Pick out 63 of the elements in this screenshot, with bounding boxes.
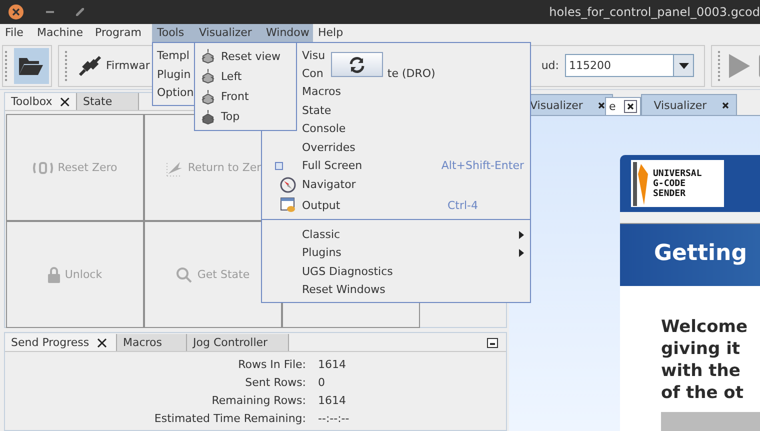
window-title: holes_for_control_panel_0003.gcod [549, 5, 760, 19]
menu-item-text: te (DRO) [387, 67, 436, 80]
panel-tab[interactable]: Toolbox [5, 93, 77, 110]
menu-bar-item[interactable]: File [0, 24, 32, 42]
panel-tab[interactable]: Jog Controller [187, 334, 289, 351]
progress-label: Sent Rows: [244, 376, 306, 389]
progress-value: 1614 [318, 358, 347, 371]
progress-value: --:--:-- [318, 412, 350, 425]
menu-item[interactable]: Left [195, 66, 296, 86]
cube-icon [201, 88, 215, 105]
cube-icon [201, 68, 215, 84]
panel-tab[interactable]: State [77, 93, 139, 110]
editor-tab[interactable]: e [604, 97, 641, 115]
menu-bar-item[interactable]: Help [313, 24, 353, 42]
search-icon [176, 266, 192, 282]
output-icon [280, 197, 296, 214]
welcome-paragraph: Welcome giving it with the of the ot [661, 316, 749, 404]
progress-label: Rows In File: [237, 358, 306, 371]
cube-icon [201, 108, 215, 125]
page-heading: Getting [620, 224, 760, 286]
cube-icon [201, 48, 215, 64]
menu-item[interactable]: Reset view [195, 46, 296, 66]
menu-bar-item[interactable]: Tools [152, 24, 194, 42]
submenu-arrow-icon [519, 248, 524, 257]
baud-dropdown[interactable]: 115200 [565, 54, 694, 77]
close-icon[interactable] [97, 338, 108, 348]
zero-icon [32, 162, 53, 174]
menu-item[interactable]: Plugin [153, 64, 195, 84]
progress-value: 1614 [318, 394, 347, 407]
menu-item[interactable]: Front [195, 86, 296, 107]
menu-bar-item[interactable]: Program [90, 24, 152, 42]
caret-icon [678, 62, 688, 68]
lock-icon [48, 266, 60, 282]
close-icon[interactable] [598, 102, 605, 108]
refresh-icon [348, 56, 366, 74]
maximize-icon[interactable] [76, 8, 84, 16]
close-icon[interactable] [722, 102, 729, 108]
crystal-icon [633, 162, 649, 206]
progress-label: Remaining Rows: [210, 394, 306, 407]
menu-item[interactable]: Templ [153, 46, 195, 65]
baud-label: ud: [541, 59, 559, 72]
plug-icon [78, 54, 102, 76]
panel-tab[interactable]: Send Progress [5, 334, 117, 351]
editor-tab[interactable]: Visualizer [640, 94, 737, 115]
logo: UNIVERSAL G-CODE SENDER [631, 160, 724, 207]
menu-item[interactable]: Con [302, 67, 324, 80]
submenu-arrow-icon [519, 230, 524, 239]
menu-bar-item[interactable]: Visualizer [194, 24, 261, 42]
panel-tab[interactable]: Macros [117, 334, 187, 351]
close-icon[interactable] [60, 96, 70, 106]
compass-icon [280, 176, 296, 193]
progress-value: 0 [318, 376, 326, 389]
close-icon[interactable] [626, 103, 634, 110]
checkbox[interactable] [275, 162, 283, 170]
menu-item[interactable]: Option [153, 83, 195, 102]
menu-bar-item[interactable]: Machine [32, 24, 90, 42]
menu-bar-item[interactable]: Window [261, 24, 313, 42]
progress-label: Estimated Time Remaining: [153, 412, 306, 425]
firmware-label: Firmwar [106, 59, 150, 72]
minimize-icon[interactable] [487, 338, 498, 348]
refresh-button[interactable] [331, 52, 383, 77]
open-folder-button[interactable] [14, 48, 49, 84]
folder-icon [18, 56, 44, 76]
